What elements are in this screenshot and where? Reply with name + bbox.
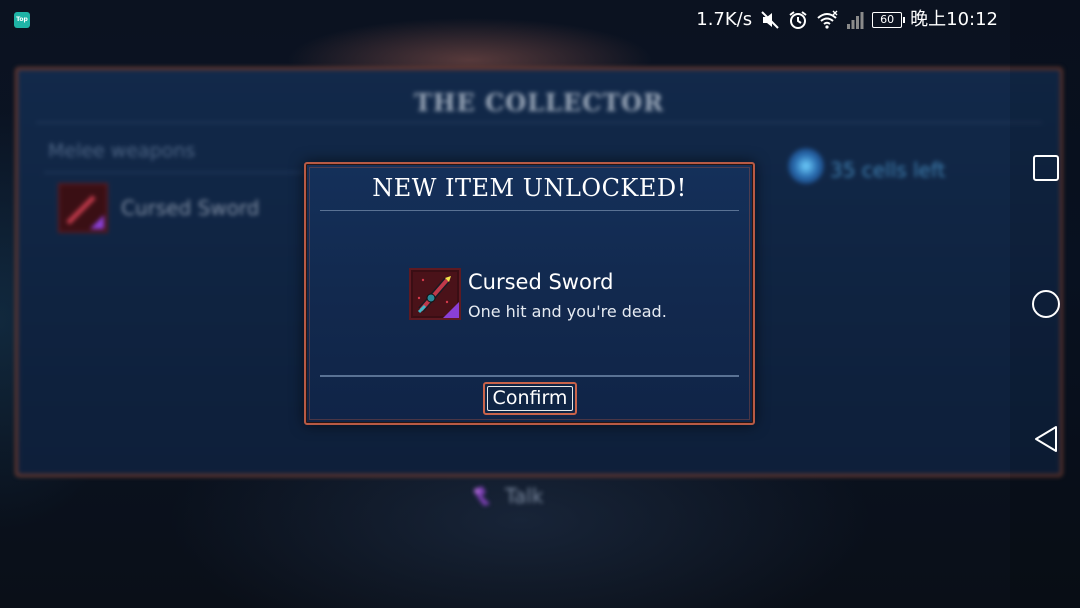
cell-icon bbox=[788, 148, 824, 184]
navigation-bar bbox=[1010, 0, 1080, 608]
recents-button[interactable] bbox=[1030, 152, 1062, 184]
network-speed: 1.7K/s bbox=[696, 9, 753, 30]
new-item-dialog: NEW ITEM UNLOCKED! Cursed Sword One hit … bbox=[304, 162, 755, 425]
cursed-sword-icon bbox=[409, 268, 461, 320]
wifi-icon bbox=[817, 10, 838, 29]
cells-left-label: 35 cells left bbox=[830, 158, 946, 182]
collector-title: THE COLLECTOR bbox=[413, 88, 665, 117]
talk-icon bbox=[474, 486, 490, 506]
signal-icon bbox=[847, 12, 864, 29]
back-button[interactable] bbox=[1030, 423, 1062, 455]
game-screen: THE COLLECTOR Melee weapons Cursed Sword… bbox=[0, 0, 1080, 608]
divider bbox=[320, 210, 739, 211]
divider bbox=[320, 375, 739, 377]
battery-icon: 60 bbox=[872, 12, 906, 28]
item-description: One hit and you're dead. bbox=[468, 302, 667, 321]
cursed-sword-list-icon bbox=[58, 183, 108, 233]
status-icons: 1.7K/s 60 晚上10:12 bbox=[696, 8, 998, 32]
item-name: Cursed Sword bbox=[468, 270, 614, 294]
mute-icon bbox=[761, 11, 779, 29]
confirm-button[interactable]: Confirm bbox=[483, 382, 577, 415]
list-item-cursed-sword: Cursed Sword bbox=[121, 196, 260, 220]
divider bbox=[36, 122, 1042, 123]
dialog-title: NEW ITEM UNLOCKED! bbox=[372, 174, 687, 202]
clock: 晚上10:12 bbox=[910, 9, 998, 30]
alarm-icon bbox=[789, 11, 807, 29]
home-button[interactable] bbox=[1030, 288, 1062, 320]
status-bar: Top 1.7K/s 60 晚上10:12 bbox=[0, 0, 1080, 40]
app-notification-icon: Top bbox=[14, 12, 30, 28]
category-label: Melee weapons bbox=[48, 140, 196, 162]
talk-label: Talk bbox=[505, 484, 544, 508]
divider bbox=[44, 172, 304, 173]
